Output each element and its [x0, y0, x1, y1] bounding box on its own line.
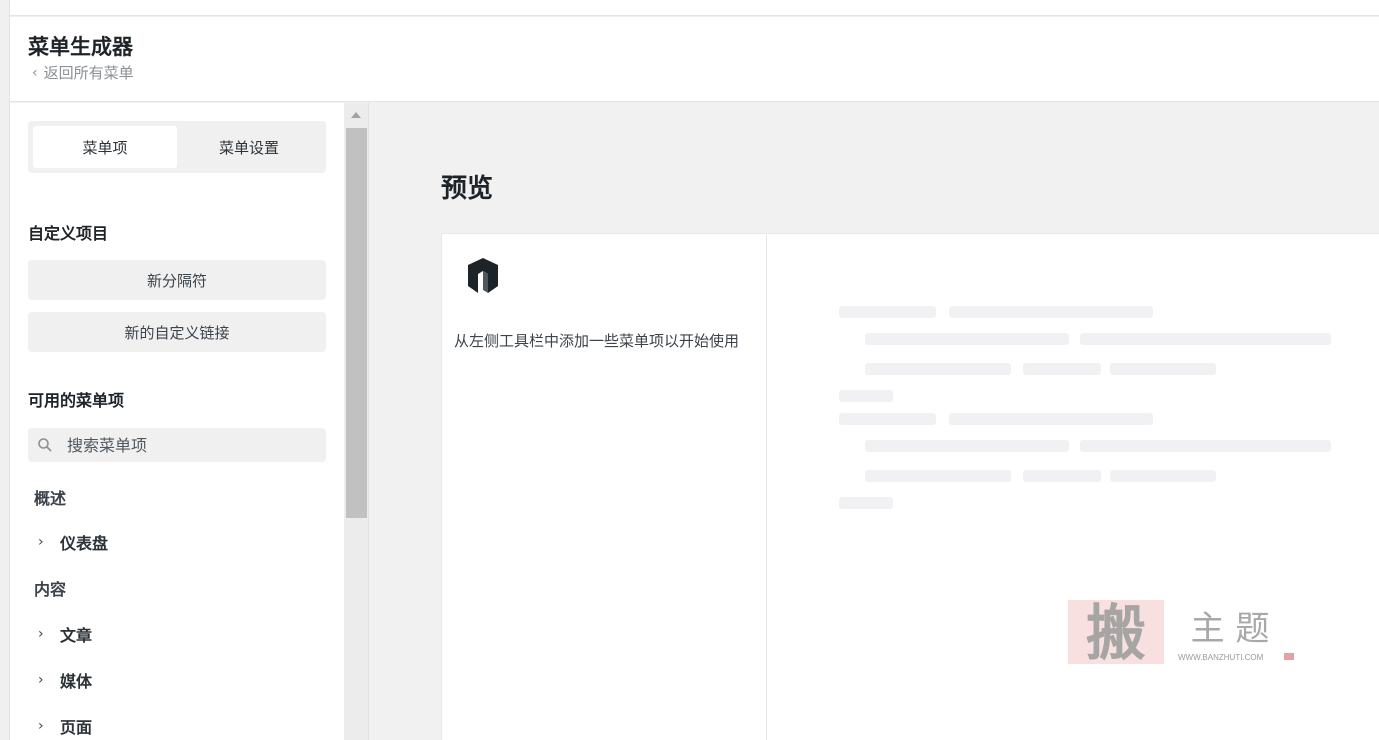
skeleton-bar [1080, 333, 1331, 345]
skeleton-bar [865, 363, 1011, 375]
group-label-content: 内容 [34, 580, 67, 599]
menu-item-posts[interactable]: › 文章 [38, 622, 92, 646]
skeleton-bar [839, 306, 936, 318]
skeleton-bar [1110, 363, 1216, 375]
group-label-overview: 概述 [34, 489, 67, 508]
chevron-right-icon: › [38, 672, 44, 688]
skeleton-bar [865, 440, 1069, 452]
skeleton-bar [1110, 470, 1216, 482]
skeleton-bar [839, 413, 936, 425]
skeleton-bar [865, 470, 1011, 482]
new-custom-link-button[interactable]: 新的自定义链接 [28, 312, 326, 352]
skeleton-bar [839, 497, 893, 509]
search-icon [38, 438, 52, 452]
scroll-up-arrow-icon[interactable] [351, 112, 361, 118]
back-to-menus-link[interactable]: ‹ 返回所有菜单 [32, 62, 134, 83]
preview-menu-panel: 从左侧工具栏中添加一些菜单项以开始使用 [442, 234, 767, 740]
page-title: 菜单生成器 [28, 35, 133, 59]
skeleton-bar [839, 390, 893, 402]
chevron-right-icon: › [38, 718, 44, 734]
chevron-left-icon: ‹ [32, 64, 38, 81]
chevron-right-icon: › [38, 534, 44, 550]
watermark-glyph: 搬 [1086, 599, 1146, 668]
watermark-url: WWW.BANZHUTI.COM [1178, 653, 1264, 662]
skeleton-bar [949, 413, 1153, 425]
chevron-right-icon: › [38, 626, 44, 642]
new-separator-button[interactable]: 新分隔符 [28, 260, 326, 300]
tab-menu-items[interactable]: 菜单项 [33, 126, 177, 168]
page-header: 菜单生成器 ‹ 返回所有菜单 [10, 17, 1379, 102]
skeleton-bar [1023, 363, 1101, 375]
available-items-heading: 可用的菜单项 [28, 391, 125, 410]
search-menu-items [28, 428, 326, 462]
preview-title: 预览 [441, 174, 494, 204]
skeleton-bar [865, 333, 1069, 345]
menu-item-label: 页面 [60, 718, 93, 737]
back-link-label: 返回所有菜单 [43, 64, 134, 82]
menu-item-label: 文章 [60, 626, 93, 645]
sidebar-tabs: 菜单项 菜单设置 [28, 121, 326, 173]
menu-item-label: 媒体 [60, 672, 93, 691]
menu-item-pages[interactable]: › 页面 [38, 714, 92, 738]
watermark-logo: 搬 主 题 WWW.BANZHUTI.COM [1068, 599, 1294, 668]
tab-menu-settings[interactable]: 菜单设置 [177, 126, 321, 168]
custom-items-heading: 自定义项目 [28, 224, 109, 243]
skeleton-bar [1080, 440, 1331, 452]
menu-item-dashboard[interactable]: › 仪表盘 [38, 530, 108, 554]
preview-empty-message: 从左侧工具栏中添加一些菜单项以开始使用 [454, 332, 740, 350]
app-logo-icon [468, 258, 498, 293]
skeleton-bar [1023, 470, 1101, 482]
menu-item-label: 仪表盘 [60, 534, 109, 553]
scrollbar-thumb[interactable] [346, 128, 367, 518]
skeleton-bar [949, 306, 1153, 318]
watermark-text: 主 题 [1191, 609, 1270, 649]
search-input[interactable] [67, 435, 307, 455]
sidebar: 菜单项 菜单设置 自定义项目 新分隔符 新的自定义链接 可用的菜单项 概述 › … [10, 103, 344, 740]
top-strip [10, 0, 1379, 16]
menu-item-media[interactable]: › 媒体 [38, 668, 92, 692]
left-edge-strip [0, 0, 10, 740]
sidebar-scrollbar[interactable] [344, 103, 369, 740]
